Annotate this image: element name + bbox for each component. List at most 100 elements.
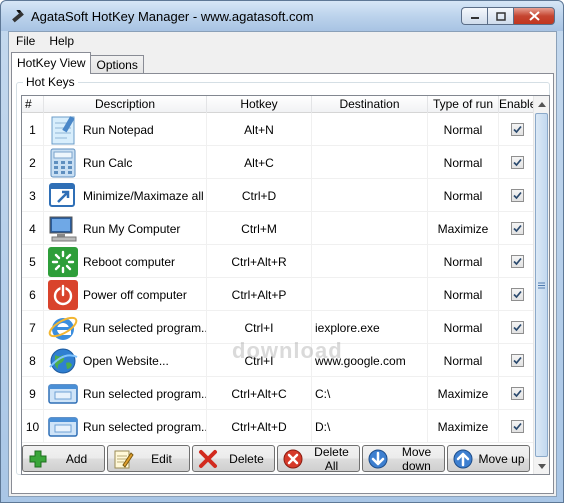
add-button-label: Add <box>65 451 88 466</box>
row-enabled-cell <box>499 410 535 443</box>
scroll-up-button[interactable] <box>534 96 549 112</box>
list-rows: 1 Run Notepad Alt+N Normal 2 Run Calc Al… <box>22 113 535 443</box>
plus-icon <box>29 450 47 467</box>
watermark: download <box>232 338 343 363</box>
delete-all-button[interactable]: Delete All <box>277 445 360 473</box>
column-header-hotkey[interactable]: Hotkey <box>207 96 312 113</box>
row-type-of-run: Maximize <box>428 410 499 443</box>
program-window-icon <box>48 383 78 404</box>
row-description: Reboot computer <box>83 254 176 269</box>
edit-note-icon <box>114 450 134 468</box>
row-description: Run Notepad <box>83 122 154 137</box>
row-destination <box>312 113 428 146</box>
column-header-num[interactable]: # <box>22 96 44 113</box>
delete-all-icon <box>283 449 303 468</box>
row-hotkey: Alt+N <box>207 113 312 146</box>
move-down-button-label: Move down <box>401 444 432 473</box>
row-hotkey: Ctrl+D <box>207 179 312 212</box>
row-type-of-run: Normal <box>428 344 499 377</box>
row-hotkey: Ctrl+Alt+P <box>207 278 312 311</box>
menu-help[interactable]: Help <box>42 32 81 52</box>
enabled-checkbox[interactable] <box>510 123 524 136</box>
vertical-scrollbar[interactable] <box>533 96 549 474</box>
scroll-thumb[interactable] <box>535 113 548 457</box>
row-type-of-run: Normal <box>428 179 499 212</box>
row-description-cell: Run selected program... <box>44 377 207 410</box>
arrow-down-icon <box>368 449 388 468</box>
row-hotkey: Ctrl+Alt+C <box>207 377 312 410</box>
row-number: 8 <box>22 344 44 377</box>
row-number: 1 <box>22 113 44 146</box>
table-row[interactable]: 6 Power off computer Ctrl+Alt+P Normal <box>22 278 535 311</box>
enabled-checkbox[interactable] <box>510 156 524 169</box>
close-button[interactable] <box>513 7 555 25</box>
enabled-checkbox[interactable] <box>510 255 524 268</box>
checkmark-icon <box>512 191 522 200</box>
row-enabled-cell <box>499 377 535 410</box>
minimize-button[interactable] <box>461 7 487 25</box>
row-hotkey: Ctrl+M <box>207 212 312 245</box>
edit-button-label: Edit <box>151 451 172 466</box>
row-type-of-run: Normal <box>428 113 499 146</box>
calculator-icon <box>50 148 76 177</box>
enabled-checkbox[interactable] <box>510 420 524 433</box>
table-row[interactable]: 9 Run selected program... Ctrl+Alt+C C:\… <box>22 377 535 410</box>
row-description-cell: Run selected program... <box>44 311 207 344</box>
edit-button[interactable]: Edit <box>107 445 190 472</box>
minimize-icon <box>470 17 479 19</box>
action-buttons: Add Edit Delete Delete All Move down Mov… <box>22 444 532 473</box>
group-label: Hot Keys <box>23 75 78 89</box>
checkmark-icon <box>512 356 522 365</box>
table-row[interactable]: 3 Minimize/Maximaze all ... Ctrl+D Norma… <box>22 179 535 212</box>
row-number: 10 <box>22 410 44 443</box>
column-header-type-of-run[interactable]: Type of run <box>428 96 499 113</box>
row-type-of-run: Normal <box>428 311 499 344</box>
enabled-checkbox[interactable] <box>510 222 524 235</box>
table-row[interactable]: 10 Run selected program... Ctrl+Alt+D D:… <box>22 410 535 443</box>
enabled-checkbox[interactable] <box>510 189 524 202</box>
row-description-cell: Power off computer <box>44 278 207 311</box>
menu-bar: File Help <box>9 32 556 52</box>
row-destination <box>312 212 428 245</box>
table-row[interactable]: 4 Run My Computer Ctrl+M Maximize <box>22 212 535 245</box>
row-hotkey: Ctrl+Alt+D <box>207 410 312 443</box>
window-title: AgataSoft HotKey Manager - www.agatasoft… <box>31 9 314 24</box>
globe-icon <box>49 348 78 373</box>
enabled-checkbox[interactable] <box>510 387 524 400</box>
enabled-checkbox[interactable] <box>510 354 524 367</box>
column-header-description[interactable]: Description <box>44 96 207 113</box>
table-row[interactable]: 1 Run Notepad Alt+N Normal <box>22 113 535 146</box>
tab-options[interactable]: Options <box>90 55 144 74</box>
scroll-down-button[interactable] <box>534 458 549 474</box>
row-enabled-cell <box>499 212 535 245</box>
add-button[interactable]: Add <box>22 445 105 472</box>
enabled-checkbox[interactable] <box>510 321 524 334</box>
checkmark-icon <box>512 257 522 266</box>
checkmark-icon <box>512 422 522 431</box>
menu-file[interactable]: File <box>9 32 42 52</box>
row-number: 7 <box>22 311 44 344</box>
tab-hotkey-view[interactable]: HotKey View <box>11 52 92 74</box>
hotkey-list[interactable]: # Description Hotkey Destination Type of… <box>21 95 550 475</box>
internet-explorer-icon <box>48 316 78 340</box>
tab-strip: HotKey View Options <box>11 52 144 74</box>
delete-button-label: Delete <box>229 451 264 466</box>
row-destination <box>312 245 428 278</box>
move-up-button[interactable]: Move up <box>447 445 530 472</box>
enabled-checkbox[interactable] <box>510 288 524 301</box>
move-down-button[interactable]: Move down <box>362 444 445 473</box>
title-bar[interactable]: AgataSoft HotKey Manager - www.agatasoft… <box>1 1 563 31</box>
row-number: 6 <box>22 278 44 311</box>
row-description: Run Calc <box>83 155 133 170</box>
delete-button[interactable]: Delete <box>192 445 275 472</box>
row-description-cell: Open Website... <box>44 344 207 377</box>
hotkey-view-page: Hot Keys # Description Hotkey Destinatio… <box>11 73 554 494</box>
checkmark-icon <box>512 389 522 398</box>
row-description: Run selected program... <box>83 419 207 434</box>
maximize-button[interactable] <box>487 7 513 25</box>
table-row[interactable]: 2 Run Calc Alt+C Normal <box>22 146 535 179</box>
column-header-enabled[interactable]: Enabled <box>499 96 535 113</box>
table-row[interactable]: 5 Reboot computer Ctrl+Alt+R Normal <box>22 245 535 278</box>
arrow-up-icon <box>453 449 473 468</box>
column-header-destination[interactable]: Destination <box>312 96 428 113</box>
